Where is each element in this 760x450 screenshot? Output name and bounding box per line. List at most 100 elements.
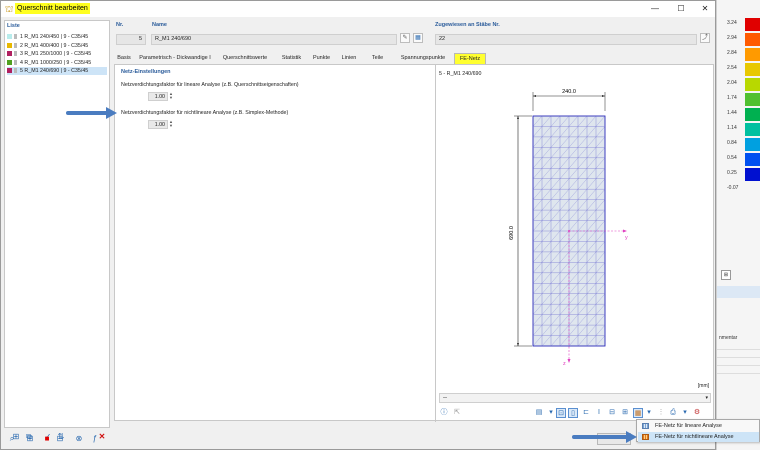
list-item[interactable]: 2 R_M1 400/400 | 9 - C35/45 — [7, 42, 107, 50]
background-table — [717, 342, 760, 374]
legend-swatch — [745, 78, 760, 91]
print-options-icon[interactable]: ▾ — [680, 408, 690, 418]
menu-item-label: FE-Netz für lineare Analyse — [655, 423, 722, 429]
nonlinear-factor-stepper[interactable]: ▲▼ — [169, 120, 174, 129]
window-title: Querschnitt bearbeiten — [15, 3, 90, 14]
legend-entry: 1.74 — [717, 91, 760, 106]
display-icon[interactable]: ▤ — [534, 408, 544, 418]
stress-icon[interactable]: ⋮ — [656, 408, 666, 418]
list-item[interactable]: 3 R_M1 250/1000 | 9 - C35/45 — [7, 50, 107, 58]
legend-value: 0.84 — [727, 140, 737, 146]
list-item[interactable]: 4 R_M1 1000/250 | 9 - C35/45 — [7, 59, 107, 67]
tab-statistik[interactable]: Statistik — [276, 53, 307, 64]
info-icon[interactable]: ⓘ — [439, 408, 449, 418]
table-icon[interactable]: ⊟ — [54, 433, 66, 445]
section-drawing: 240.0 690.0 y z — [436, 65, 716, 383]
preview-select[interactable]: -- ▾ — [439, 393, 711, 403]
library-icon[interactable]: ▦ — [413, 33, 423, 43]
legend-swatch — [745, 33, 760, 46]
maximize-button[interactable]: ☐ — [670, 2, 692, 16]
section-type-icon — [14, 34, 17, 39]
tab-teile[interactable]: Teile — [363, 53, 392, 64]
legend-swatch — [745, 63, 760, 76]
detach-icon[interactable]: ⇱ — [452, 408, 462, 418]
legend-swatch — [745, 123, 760, 136]
linear-factor-input[interactable]: 1.00 — [148, 92, 168, 101]
coordinate-icon[interactable]: ⊞ — [620, 408, 630, 418]
dimension-icon[interactable]: ⊡ — [556, 408, 566, 418]
background-window: 3.242.942.842.542.041.741.441.140.840.54… — [716, 0, 760, 450]
function-icon[interactable]: ⊗ — [73, 433, 85, 445]
list-item[interactable]: 1 R_M1 240/450 | 9 - C35/45 — [7, 33, 107, 41]
color-swatch — [7, 60, 12, 65]
fe-mesh-panel: Netz-Einstellungen Netzverdichtungsfakto… — [114, 64, 714, 421]
fe-mesh-toggle-icon[interactable]: ▦ — [633, 408, 643, 418]
color-swatch — [7, 68, 12, 73]
menu-item-linear-mesh[interactable]: FE-Netz für lineare Analyse — [638, 421, 759, 431]
legend-entry: 1.44 — [717, 106, 760, 121]
tab-punkte[interactable]: Punkte — [308, 53, 335, 64]
nr-label: Nr. — [116, 22, 123, 28]
nonlinear-factor-input[interactable]: 1.00 — [148, 120, 168, 129]
linear-factor-stepper[interactable]: ▲▼ — [169, 92, 174, 101]
script-icon[interactable]: ƒ — [89, 433, 101, 445]
legend-entry: 2.54 — [717, 61, 760, 76]
search-icon[interactable]: ⌕ — [6, 433, 18, 445]
legend-swatch — [745, 108, 760, 121]
tab-parametrisch-dickwandige-i[interactable]: Parametrisch - Dickwandige I — [135, 53, 215, 64]
list-item-label: 5 R_M1 240/690 | 9 - C35/45 — [20, 68, 88, 74]
tab-fe-netz[interactable]: FE-Netz — [454, 53, 486, 64]
select-members-icon[interactable]: ⤴ — [700, 33, 710, 43]
menu-item-label: FE-Netz für nichtlineare Analyse — [655, 434, 734, 440]
legend-entry: 2.84 — [717, 46, 760, 61]
mesh-settings-title: Netz-Einstellungen — [121, 69, 171, 75]
line-icon[interactable]: ⊏ — [581, 408, 591, 418]
tab-basis[interactable]: Basis — [114, 53, 134, 64]
legend-value: 2.04 — [727, 80, 737, 86]
units-icon[interactable]: ⊞ — [24, 433, 36, 445]
view-options-icon[interactable]: ▾ — [546, 408, 556, 418]
list-item-label: 3 R_M1 250/1000 | 9 - C35/45 — [20, 51, 91, 57]
legend-swatch — [745, 138, 760, 151]
menu-item-nonlinear-mesh[interactable]: FE-Netz für nichtlineare Analyse — [638, 432, 759, 442]
comment-header: nmentar — [719, 335, 737, 341]
preview-select-value: -- — [443, 395, 447, 401]
color-icon[interactable]: ■ — [41, 433, 53, 445]
legend-value: 0.54 — [727, 155, 737, 161]
background-selected-row — [717, 286, 760, 298]
edit-name-icon[interactable]: ✎ — [400, 33, 410, 43]
list-item[interactable]: 5 R_M1 240/690 | 9 - C35/45 — [7, 67, 107, 75]
minimize-button[interactable]: — — [644, 2, 666, 16]
section-icon: ⛫ — [5, 4, 15, 14]
legend-value: 0.25 — [727, 170, 737, 176]
name-label: Name — [152, 22, 167, 28]
tab-linien[interactable]: Linien — [336, 53, 362, 64]
close-button[interactable]: ✕ — [694, 2, 716, 16]
legend-entry: 0.25 — [717, 166, 760, 181]
tab-spannungspunkte[interactable]: Spannungspunkte — [393, 53, 453, 64]
point-icon[interactable]: ▯ — [568, 408, 578, 418]
numbering-icon[interactable]: ⊟ — [607, 408, 617, 418]
color-swatch — [7, 34, 12, 39]
print-icon[interactable]: ⎙ — [668, 408, 678, 418]
nr-field[interactable]: 5 — [116, 34, 146, 45]
settings-icon[interactable]: ⚙ — [692, 408, 702, 418]
list-header: Liste — [7, 23, 20, 29]
legend-value: 1.74 — [727, 95, 737, 101]
tab-querschnittswerte[interactable]: Querschnittswerte — [215, 53, 275, 64]
assigned-members-field[interactable]: 22 — [435, 34, 697, 45]
color-swatch — [7, 43, 12, 48]
legend-entry: 0.84 — [717, 136, 760, 151]
name-field[interactable]: R_M1 240/690 — [151, 34, 397, 45]
section-edit-dialog: ⛫ Querschnitt bearbeiten — ☐ ✕ Liste 1 R… — [0, 0, 716, 450]
linear-factor-label: Netzverdichtungsfaktor für lineare Analy… — [121, 82, 299, 88]
text-icon[interactable]: I — [594, 408, 604, 418]
mesh-options-icon[interactable]: ▾ — [644, 408, 654, 418]
legend-entry: 3.24 — [717, 16, 760, 31]
legend-swatch — [745, 153, 760, 166]
legend-entry: 2.94 — [717, 31, 760, 46]
section-preview: 5 - R_M1 240/690 240.0 690.0 — [435, 65, 715, 422]
legend-value: 2.54 — [727, 65, 737, 71]
legend-swatch — [745, 93, 760, 106]
legend-value: 2.94 — [727, 35, 737, 41]
